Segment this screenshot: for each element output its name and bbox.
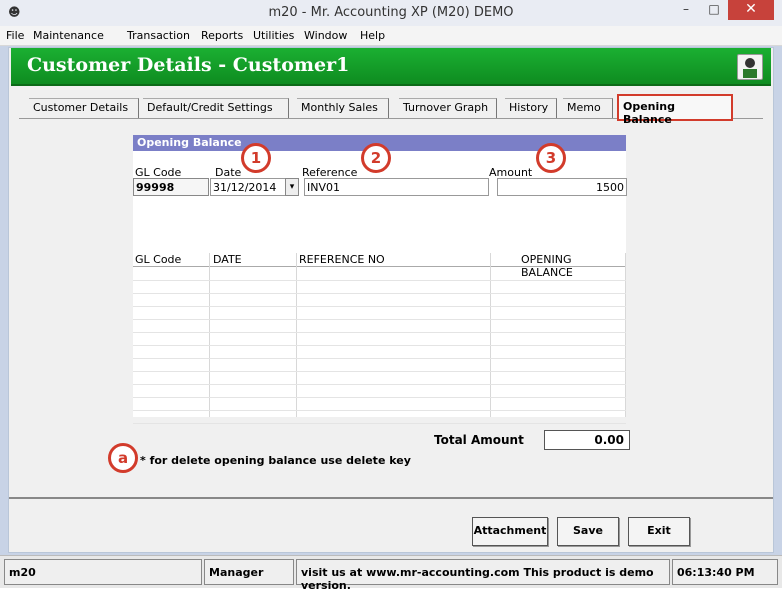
window-title: m20 - Mr. Accounting XP (M20) DEMO <box>268 5 514 20</box>
form-client-area: Customer Details - Customer1 Customer De… <box>8 47 774 553</box>
menu-file[interactable]: File <box>6 29 24 42</box>
status-user: Manager <box>204 559 294 585</box>
table-row[interactable] <box>133 385 626 398</box>
attachment-button[interactable]: Attachment <box>472 517 548 546</box>
table-row[interactable] <box>133 359 626 372</box>
banner-title: Customer Details - Customer1 <box>27 54 350 76</box>
menu-reports[interactable]: Reports <box>201 29 243 42</box>
menu-transaction[interactable]: Transaction <box>127 29 190 42</box>
menu-help[interactable]: Help <box>360 29 385 42</box>
tab-strip: Customer Details Default/Credit Settings… <box>19 94 759 126</box>
menu-bar: File Maintenance Transaction Reports Uti… <box>0 26 782 46</box>
status-message: visit us at www.mr-accounting.com This p… <box>296 559 670 592</box>
status-bar: m20 Manager visit us at www.mr-accountin… <box>0 555 782 592</box>
table-row[interactable] <box>133 372 626 385</box>
close-button[interactable]: ✕ <box>728 0 774 20</box>
application-window: ☻ m20 - Mr. Accounting XP (M20) DEMO – □… <box>0 0 782 592</box>
marker-2: 2 <box>361 143 391 173</box>
menu-maintenance[interactable]: Maintenance <box>33 29 104 42</box>
form-divider <box>9 497 773 499</box>
tab-history[interactable]: History <box>505 98 557 118</box>
customer-banner: Customer Details - Customer1 <box>11 48 771 86</box>
marker-3: 3 <box>536 143 566 173</box>
title-bar: ☻ m20 - Mr. Accounting XP (M20) DEMO – □… <box>0 0 782 26</box>
exit-button[interactable]: Exit <box>628 517 690 546</box>
grid-header: GL Code DATE REFERENCE NO OPENING BALANC… <box>133 253 626 279</box>
col-date: DATE <box>213 253 242 266</box>
table-row[interactable] <box>133 333 626 346</box>
tab-opening-balance[interactable]: Opening Balance <box>617 94 733 126</box>
menu-utilities[interactable]: Utilities <box>253 29 294 42</box>
marker-a: a <box>108 443 138 473</box>
save-button[interactable]: Save <box>557 517 619 546</box>
amount-field[interactable]: 1500 <box>497 178 627 196</box>
status-app: m20 <box>4 559 202 585</box>
table-row[interactable] <box>133 398 626 411</box>
table-row[interactable] <box>133 307 626 320</box>
date-field[interactable]: 31/12/2014 <box>210 178 290 196</box>
table-row[interactable] <box>133 411 626 424</box>
col-gl-code: GL Code <box>135 253 182 266</box>
delete-note: * for delete opening balance use delete … <box>140 454 411 467</box>
tab-monthly-sales[interactable]: Monthly Sales <box>297 98 389 118</box>
date-dropdown-button[interactable]: ▾ <box>285 178 299 196</box>
status-time: 06:13:40 PM <box>672 559 778 585</box>
table-row[interactable] <box>133 294 626 307</box>
gl-code-field[interactable]: 99998 <box>133 178 209 196</box>
tab-default-credit-settings[interactable]: Default/Credit Settings <box>143 98 289 118</box>
maximize-button[interactable]: □ <box>700 0 728 20</box>
minimize-button[interactable]: – <box>672 0 700 20</box>
col-opening-balance: OPENING BALANCE <box>521 253 573 279</box>
tab-memo[interactable]: Memo <box>563 98 613 118</box>
user-icon <box>737 54 763 80</box>
reference-field[interactable]: INV01 <box>304 178 489 196</box>
col-reference-no: REFERENCE NO <box>299 253 385 266</box>
tab-turnover-graph[interactable]: Turnover Graph <box>399 98 497 118</box>
table-row[interactable] <box>133 268 626 281</box>
total-amount-value: 0.00 <box>544 430 630 450</box>
total-amount-label: Total Amount <box>434 433 524 447</box>
marker-1: 1 <box>241 143 271 173</box>
table-row[interactable] <box>133 281 626 294</box>
tab-customer-details[interactable]: Customer Details <box>29 98 139 118</box>
menu-window[interactable]: Window <box>304 29 347 42</box>
table-row[interactable] <box>133 320 626 333</box>
table-row[interactable] <box>133 346 626 359</box>
opening-balance-panel: Opening Balance GL Code Date Reference A… <box>133 135 627 424</box>
